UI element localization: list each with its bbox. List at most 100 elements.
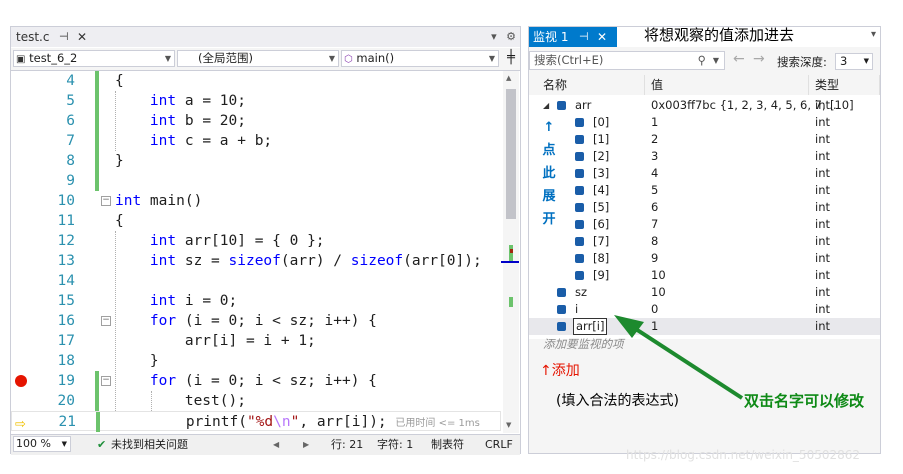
- code-text: printf("%d\n", arr[i]); 已用时间 <= 1ms: [116, 414, 480, 430]
- watermark: https://blog.csdn.net/weixin_50502862: [626, 448, 861, 462]
- line-number: 6: [66, 113, 75, 129]
- code-line: 16 − for (i = 0; i < sz; i++) {: [11, 311, 501, 331]
- variable-cube-icon: [575, 237, 584, 246]
- chevron-down-icon[interactable]: ▼: [713, 52, 719, 69]
- line-number: 12: [57, 233, 75, 249]
- watch-toolbar: 搜索(Ctrl+E) ⚲ ▼ ← → 搜索深度: 3 ▼: [529, 49, 880, 73]
- close-icon[interactable]: ✕: [597, 27, 607, 47]
- caret-marker: [501, 261, 519, 263]
- chevron-down-icon: ▼: [61, 440, 67, 448]
- watch-row[interactable]: [5] 6 int: [529, 199, 880, 216]
- watch-row[interactable]: [1] 2 int: [529, 131, 880, 148]
- close-icon[interactable]: ✕: [77, 27, 87, 47]
- code-text: int main(): [115, 193, 203, 209]
- annotation-add-note: ↑添加: [540, 363, 580, 379]
- line-number: 11: [57, 213, 75, 229]
- line-indicator: 行: 21: [331, 438, 364, 451]
- code-text: {: [115, 73, 124, 89]
- search-depth-select[interactable]: 3 ▼: [835, 53, 873, 70]
- eol-indicator[interactable]: CRLF: [485, 435, 513, 454]
- collapse-icon[interactable]: −: [101, 316, 111, 326]
- scroll-up-icon[interactable]: ▲: [506, 74, 511, 82]
- search-input[interactable]: 搜索(Ctrl+E) ⚲ ▼: [529, 51, 725, 70]
- scroll-down-icon[interactable]: ▼: [506, 421, 511, 429]
- breakpoint-icon[interactable]: [15, 375, 27, 387]
- search-icon[interactable]: ⚲: [698, 52, 706, 69]
- watch-row[interactable]: [8] 9 int: [529, 250, 880, 267]
- pin-icon[interactable]: ⊣: [579, 27, 589, 47]
- code-line: 9: [11, 171, 501, 191]
- gear-icon[interactable]: ⚙: [506, 30, 516, 43]
- variable-cube-icon: [575, 220, 584, 229]
- code-line: 4 {: [11, 71, 501, 91]
- column-header-value[interactable]: 值: [645, 75, 809, 95]
- char-indicator: 字符: 1: [377, 438, 414, 451]
- arrow-line: [626, 322, 744, 400]
- function-icon: ⬡: [344, 54, 353, 65]
- column-header-type[interactable]: 类型: [809, 75, 880, 95]
- issues-status[interactable]: 未找到相关问题: [111, 435, 188, 454]
- zoom-combo[interactable]: 100 % ▼: [13, 436, 71, 452]
- forward-arrow-icon[interactable]: →: [753, 51, 765, 67]
- back-arrow-icon[interactable]: ←: [733, 51, 745, 67]
- code-text: int arr[10] = { 0 };: [149, 233, 325, 249]
- editor-status-bar: 100 % ▼ ✔ 未找到相关问题 ◀ ▶ 行: 21 字符: 1 制表符 CR…: [11, 434, 520, 455]
- watch-row[interactable]: [2] 3 int: [529, 148, 880, 165]
- column-header-name[interactable]: 名称: [529, 75, 645, 95]
- expand-triangle-icon[interactable]: ◢: [543, 97, 549, 114]
- line-number: 20: [57, 393, 75, 409]
- watch-row[interactable]: [0] 1 int: [529, 114, 880, 131]
- instruction-pointer-icon: ⇨: [15, 417, 26, 432]
- collapse-icon[interactable]: −: [101, 196, 111, 206]
- variable-cube-icon: [575, 135, 584, 144]
- change-marker: [509, 245, 513, 261]
- variable-cube-icon: [575, 118, 584, 127]
- chevron-down-icon: ▼: [488, 54, 495, 63]
- variable-cube-icon: [575, 169, 584, 178]
- scope-combo[interactable]: (全局范围) ▼: [177, 50, 339, 67]
- scroll-left-icon[interactable]: ◀: [273, 435, 279, 454]
- tab-test-c[interactable]: test.c ⊣ ✕: [11, 27, 95, 47]
- annotation-expand-note: ↑ 点 此 展 开: [542, 120, 556, 227]
- line-number: 18: [57, 353, 75, 369]
- chevron-down-icon: ▼: [328, 54, 335, 63]
- line-number: 14: [57, 273, 75, 289]
- code-area[interactable]: 4 { 5 int a = 10; 6 int b = 20; 7 int c …: [11, 71, 501, 433]
- vertical-scrollbar[interactable]: ▲ ▼: [501, 71, 519, 433]
- dropdown-icon[interactable]: ▾: [871, 29, 876, 40]
- line-number: 21: [58, 414, 76, 430]
- watch-row[interactable]: sz 10 int: [529, 284, 880, 301]
- watch-row[interactable]: ◢ arr 0x003ff7bc {1, 2, 3, 4, 5, 6, 7, .…: [529, 97, 880, 114]
- annotation-top-note: 将想观察的值添加进去: [644, 26, 795, 44]
- chevron-down-icon: ▼: [863, 57, 869, 65]
- code-line: 8 }: [11, 151, 501, 171]
- pin-icon[interactable]: ⊣: [59, 27, 69, 47]
- line-number: 16: [57, 313, 75, 329]
- scroll-thumb[interactable]: [506, 89, 516, 219]
- function-combo[interactable]: ⬡ main() ▼: [341, 50, 499, 67]
- watch-row[interactable]: [6] 7 int: [529, 216, 880, 233]
- code-line: 7 int c = a + b;: [11, 131, 501, 151]
- project-combo[interactable]: ▣ test_6_2 ▼: [13, 50, 175, 67]
- change-bar: [95, 371, 99, 391]
- annotation-rename-note: 双击名字可以修改: [744, 392, 865, 410]
- variable-cube-icon: [557, 288, 566, 297]
- tab-indicator[interactable]: 制表符: [431, 435, 464, 454]
- indent-guide: [115, 91, 116, 151]
- watch-row[interactable]: [7] 8 int: [529, 233, 880, 250]
- line-number: 4: [66, 73, 75, 89]
- tab-watch-1[interactable]: 监视 1 ⊣ ✕: [529, 27, 617, 47]
- split-icon[interactable]: ╪: [503, 50, 519, 67]
- watch-row[interactable]: [9] 10 int: [529, 267, 880, 284]
- watch-row[interactable]: [3] 4 int: [529, 165, 880, 182]
- watch-row[interactable]: [4] 5 int: [529, 182, 880, 199]
- line-number: 19: [57, 373, 75, 389]
- dropdown-icon[interactable]: ▾: [491, 30, 497, 43]
- change-bar: [96, 412, 100, 432]
- code-line: 17 arr[i] = i + 1;: [11, 331, 501, 351]
- code-text: int a = 10;: [149, 93, 246, 109]
- collapse-icon[interactable]: −: [101, 376, 111, 386]
- code-text: int sz = sizeof(arr) / sizeof(arr[0]);: [149, 253, 482, 269]
- scroll-right-icon[interactable]: ▶: [303, 435, 309, 454]
- tab-title: test.c: [16, 30, 50, 44]
